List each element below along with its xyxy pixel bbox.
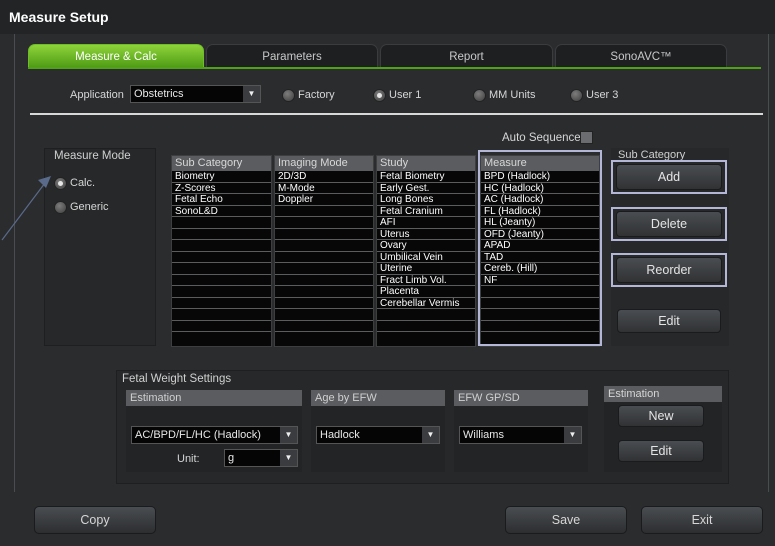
pointer-arrow-icon [1, 176, 51, 241]
